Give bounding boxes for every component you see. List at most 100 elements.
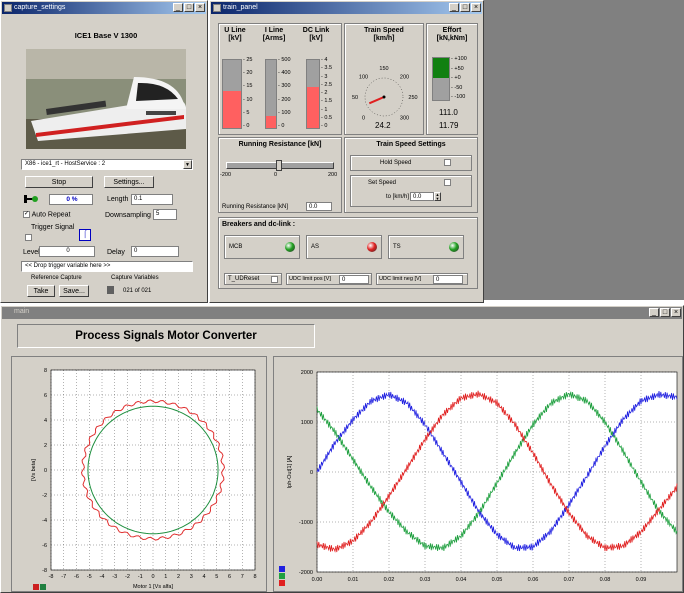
process-signals-window: main _ □ × Process Signals Motor Converter… — [0, 305, 684, 593]
ud-reset-checkbox[interactable] — [271, 276, 278, 283]
x-tick-label: 0.07 — [564, 577, 575, 583]
model-title: ICE1 Base V 1300 — [74, 31, 138, 40]
set-speed-input[interactable]: 0.0 — [410, 192, 434, 201]
trigger-edge-icon[interactable]: ⌠ — [79, 229, 91, 241]
length-input[interactable]: 0.1 — [131, 194, 173, 205]
maximize-icon[interactable]: □ — [460, 3, 470, 12]
dial-tick-label: 50 — [352, 95, 358, 101]
tick-label: -200 — [220, 172, 232, 178]
x-tick-label: 3 — [190, 574, 193, 580]
minimize-icon[interactable]: _ — [173, 3, 183, 12]
y-tick-label: 4 — [44, 418, 47, 424]
tick-label: - 2.5 — [321, 81, 333, 88]
train-speed-settings-title: Train Speed Settings — [376, 141, 446, 148]
capture-title-text: capture_settings — [14, 4, 66, 11]
breakers-title: Breakers and dc-link : — [222, 221, 296, 228]
u-line-gauge — [222, 59, 242, 129]
tick-label: - 5 — [243, 109, 250, 116]
capture-settings-window: capture_settings _ □ × ICE1 Base V 1300 X8… — [0, 0, 208, 303]
auto-repeat-checkbox[interactable]: ✓ Auto Repeat — [23, 211, 70, 218]
y-tick-label: 2 — [44, 443, 47, 449]
tick-label: - -50 — [451, 84, 463, 91]
signals-title-bar[interactable]: main _ □ × — [2, 307, 682, 319]
udc-neg-input[interactable]: 0 — [433, 275, 463, 284]
u-line-label-2: [kV] — [228, 35, 242, 42]
tick-label: - 0 — [278, 123, 285, 129]
chevron-down-icon[interactable]: ▼ — [183, 160, 192, 169]
x-tick-label: 0.01 — [348, 577, 359, 583]
legend-swatch — [40, 584, 46, 590]
minimize-icon[interactable]: _ — [449, 3, 459, 12]
time-plot: 0.00 0.01 0.02 0.03 0.04 0.05 0.06 0.07 0.08 0.09… — [279, 370, 678, 586]
running-resistance-field-label: Running Resistance [kN] — [222, 204, 289, 210]
x-tick-label: 0.02 — [384, 577, 395, 583]
effort-fill — [433, 58, 449, 79]
capture-title-bar[interactable]: capture_settings _ □ × — [2, 2, 206, 14]
tick-label: - 2 — [321, 90, 328, 96]
train-panel-title-text: train_panel — [223, 4, 258, 11]
dial-tick-label: 200 — [400, 74, 409, 80]
breaker-lamp-icon — [367, 242, 377, 252]
y-tick-label: 8 — [44, 368, 47, 374]
minimize-icon[interactable]: _ — [649, 308, 659, 317]
running-resistance-slider-thumb[interactable] — [276, 160, 282, 171]
window-controls: _ □ × — [172, 3, 205, 13]
drop-trigger-area[interactable]: << Drop trigger variable here >> — [21, 261, 193, 272]
capture-variables-icon — [107, 286, 114, 294]
trigger-checkbox[interactable] — [25, 234, 32, 241]
i-line-label-1: I Line — [264, 27, 284, 34]
delay-input[interactable]: 0 — [131, 246, 179, 257]
x-tick-label: -2 — [125, 574, 130, 580]
running-resistance-input[interactable]: 0.0 — [306, 202, 332, 211]
ud-reset-label: T_UDReset — [228, 276, 260, 282]
breaker-lamp-icon — [449, 242, 459, 252]
take-button[interactable]: Take — [27, 285, 55, 297]
maximize-icon[interactable]: □ — [660, 308, 670, 317]
x-tick-label: -7 — [61, 574, 66, 580]
save-button[interactable]: Save... — [59, 285, 89, 297]
y-tick-label: 0 — [310, 470, 313, 476]
legend-swatch — [33, 584, 39, 590]
length-label: Length — [107, 196, 129, 203]
x-tick-label: -5 — [87, 574, 92, 580]
x-tick-label: -3 — [112, 574, 117, 580]
settings-button[interactable]: Settings... — [104, 176, 154, 188]
platform-select[interactable]: X86 - ice1_rt - HostService : 2 ▼ — [21, 159, 193, 170]
x-tick-label: 5 — [215, 574, 218, 580]
maximize-icon[interactable]: □ — [184, 3, 194, 12]
set-speed-spinner[interactable]: ▲ ▼ — [434, 192, 441, 201]
x-tick-label: -8 — [49, 574, 54, 580]
x-tick-label: 6 — [228, 574, 231, 580]
udc-pos-input[interactable]: 0 — [339, 275, 369, 284]
i-line-gauge — [265, 59, 277, 129]
close-icon[interactable]: × — [195, 3, 205, 12]
set-speed-checkbox[interactable] — [444, 179, 451, 186]
effort-label-1: Effort — [442, 27, 462, 34]
hold-speed-label: Hold Speed — [380, 160, 412, 166]
x-tick-label: 4 — [202, 574, 205, 580]
close-icon[interactable]: × — [471, 3, 481, 12]
train-speed-label-1: Train Speed — [364, 27, 404, 34]
auto-repeat-check[interactable]: ✓ — [23, 211, 30, 218]
downsampling-input[interactable]: 5 — [153, 209, 177, 220]
tick-label: - 4 — [321, 57, 328, 63]
hold-speed-checkbox[interactable] — [444, 159, 451, 166]
train-panel-title-bar[interactable]: train_panel _ □ × — [211, 2, 482, 14]
train-panel-window: train_panel _ □ × U Line [kV] - 25- 20- 15… — [209, 0, 484, 303]
y-tick-label: -4 — [42, 518, 47, 524]
i-line-label-2: [Arms] — [262, 35, 286, 42]
breaker-label: MCB — [229, 244, 243, 250]
stop-button[interactable]: Stop — [25, 176, 93, 188]
signals-title-text: main — [14, 308, 30, 315]
level-input[interactable]: 0 — [39, 246, 95, 257]
tick-label: - 0.5 — [321, 114, 333, 121]
close-icon[interactable]: × — [671, 308, 681, 317]
y-tick-label: -2 — [42, 493, 47, 499]
breaker-mcb: MCB — [224, 235, 300, 259]
running-resistance-ticks: -200 0 200 — [220, 172, 337, 180]
tick-label: - 3 — [321, 73, 328, 80]
udc-neg-box: UDC limit neg [V] 0 — [376, 273, 468, 285]
dc-link-label: DC Link [kV] — [298, 27, 334, 43]
reference-capture-label: Reference Capture — [31, 275, 82, 281]
y-tick-label: 2000 — [301, 370, 313, 376]
